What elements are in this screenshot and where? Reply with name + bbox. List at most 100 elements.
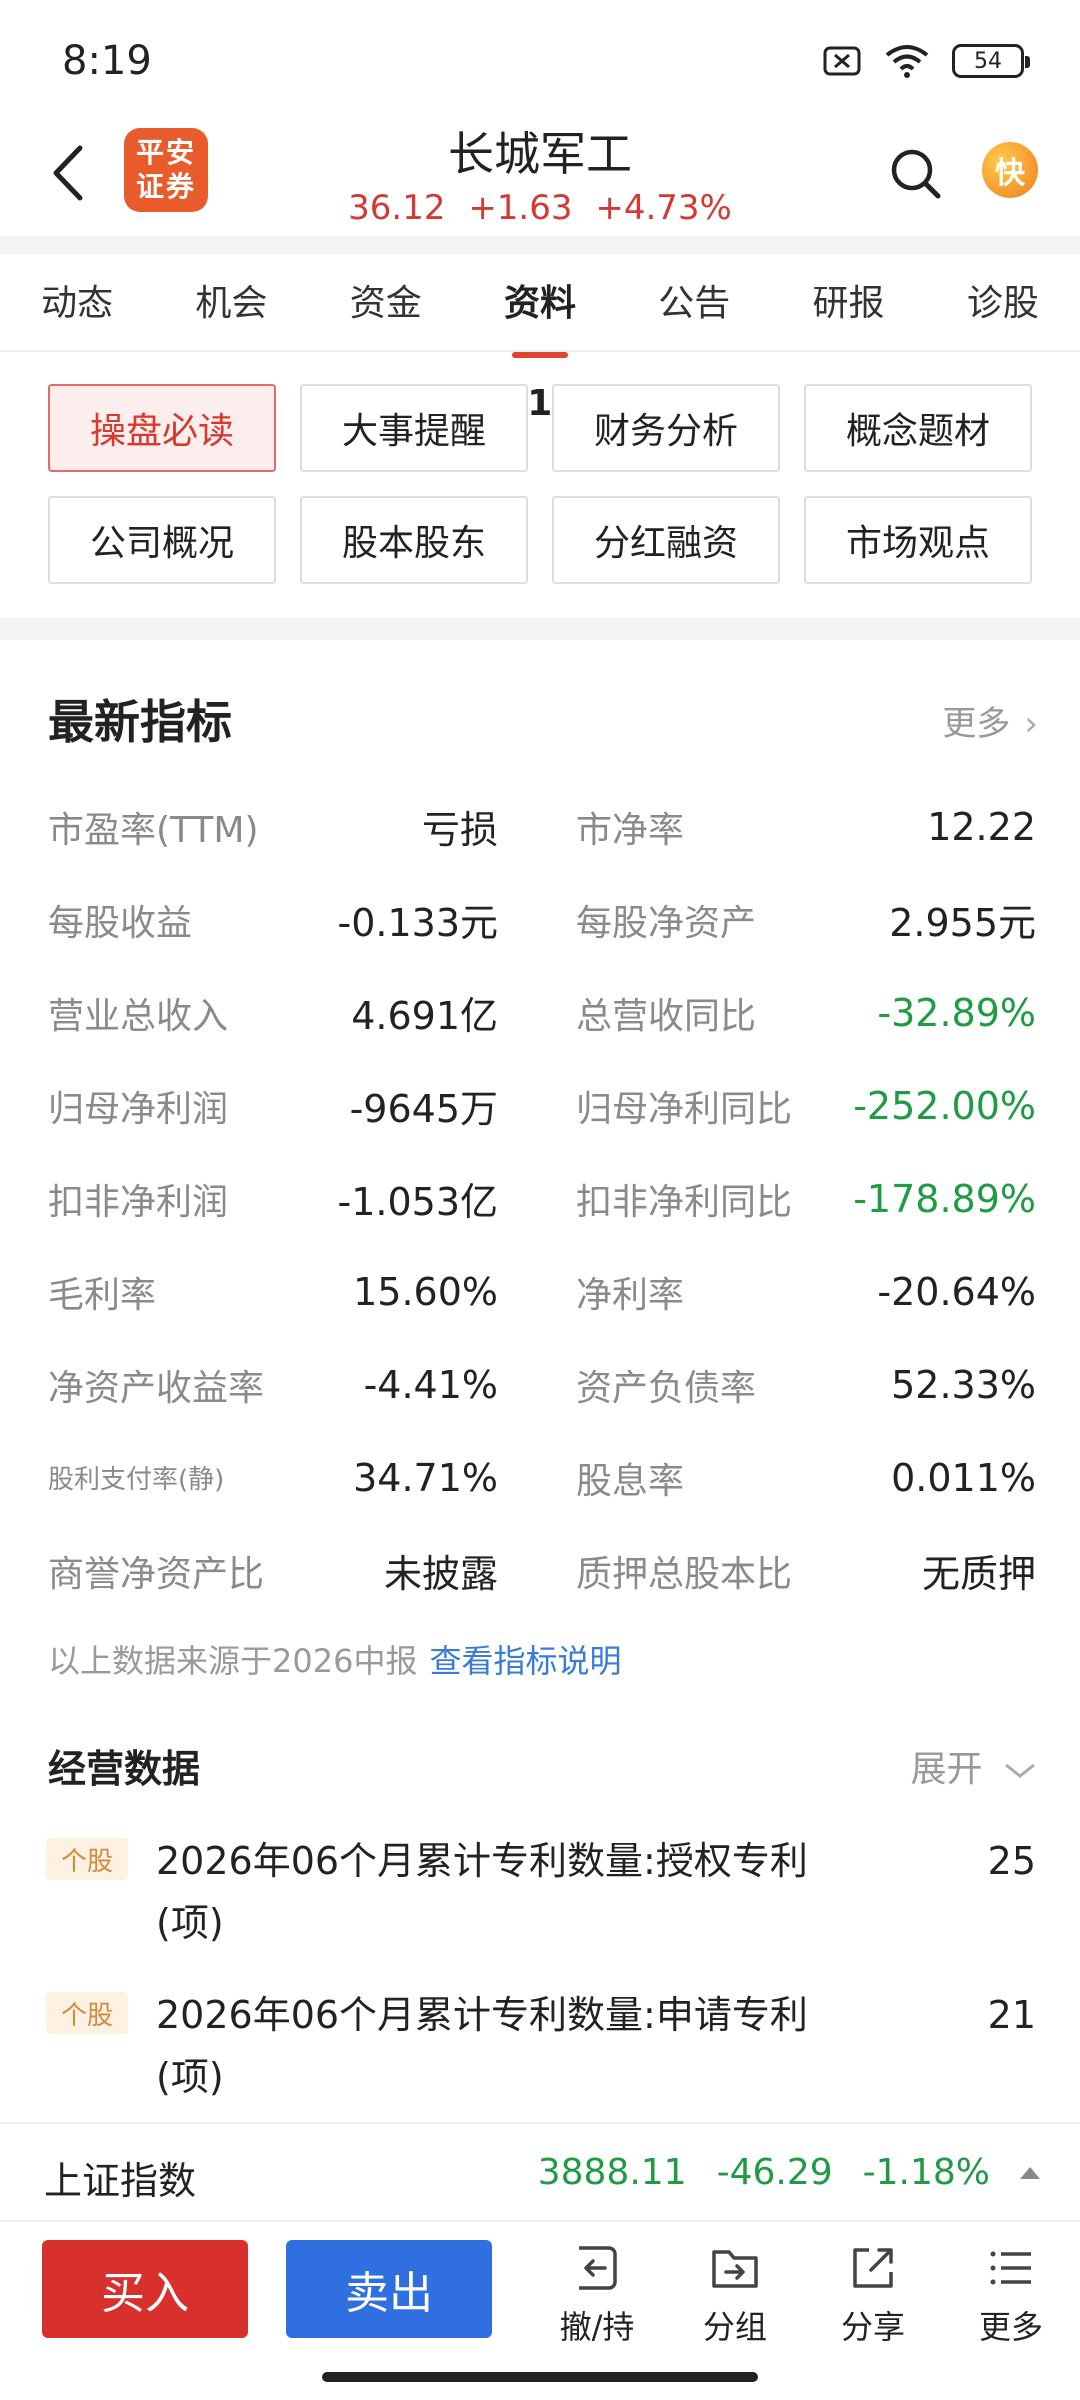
status-icons: 54: [822, 44, 1030, 78]
indicator-table: 市盈率(TTM) 亏损 市净率 12.22 每股收益 -0.133元 每股净资产 2.9…: [48, 780, 1036, 1617]
more-label: 更多: [942, 704, 1011, 744]
quick-trade-icon: 快: [995, 156, 1025, 191]
indicator-value: -4.41%: [363, 1362, 498, 1407]
status-bar: 8:19 54: [0, 0, 1080, 120]
dividend-financing-button[interactable]: 分红融资: [552, 496, 780, 584]
folder-icon: [712, 2250, 758, 2288]
stock-change: +1.63: [468, 188, 573, 228]
chevron-right-icon: ›: [1024, 704, 1038, 744]
index-ticker-bar[interactable]: 上证指数 3888.11 -46.29 -1.18%: [0, 2122, 1080, 2220]
indicator-label: 市净率: [576, 809, 685, 851]
buy-button[interactable]: 买入: [42, 2240, 248, 2338]
operating-data-value: 25: [987, 1839, 1036, 1883]
stock-tag-badge: 个股: [46, 1992, 128, 2034]
tab-label: 机会: [195, 283, 268, 324]
tab-f10[interactable]: 资料(F10): [463, 254, 617, 424]
data-source-text: 以上数据来源于2026中报: [48, 1642, 418, 1680]
bottom-action-bar: 买入 卖出 撤/持 分组 分享 更多: [0, 2220, 1080, 2350]
shareholders-button[interactable]: 股本股东: [300, 496, 528, 584]
stock-price: 36.12: [348, 188, 446, 228]
indicator-label: 资产负债率: [576, 1367, 757, 1409]
indicator-row: 股利支付率(静) 34.71% 股息率 0.011%: [48, 1431, 1036, 1524]
chevron-down-icon: [1005, 1763, 1035, 1778]
tab-label: 研报: [812, 283, 885, 324]
expand-button[interactable]: 展开: [911, 1740, 1038, 1792]
expand-up-icon[interactable]: [1020, 2166, 1040, 2179]
indicator-row: 毛利率 15.60% 净利率 -20.64%: [48, 1245, 1036, 1338]
concept-theme-button[interactable]: 概念题材: [804, 384, 1032, 472]
no-sim-icon: [823, 46, 861, 76]
tab-funds[interactable]: 资金: [309, 254, 463, 350]
tab-diagnosis[interactable]: 诊股: [926, 254, 1080, 350]
indicator-row: 商誉净资产比 未披露 质押总股本比 无质押: [48, 1524, 1036, 1617]
indicator-row: 营业总收入 4.691亿 总营收同比 -32.89%: [48, 966, 1036, 1059]
wifi-icon: [885, 45, 929, 78]
indicator-label: 扣非净利润: [48, 1181, 229, 1223]
indicator-label: 每股净资产: [576, 902, 757, 944]
latest-indicators-title: 最新指标: [48, 695, 232, 749]
indicator-explanation-link[interactable]: 查看指标说明: [429, 1642, 621, 1680]
more-link[interactable]: 更多 ›: [942, 696, 1038, 745]
tab-opportunities[interactable]: 机会: [154, 254, 308, 350]
index-change: -46.29: [716, 2152, 833, 2193]
indicator-label: 股息率: [576, 1460, 685, 1502]
must-read-button[interactable]: 操盘必读: [48, 384, 276, 472]
more-menu-button[interactable]: 更多: [956, 2244, 1066, 2348]
indicator-value: 亏损: [421, 808, 498, 852]
data-source-note: 以上数据来源于2026中报 查看指标说明: [48, 1636, 621, 1682]
tab-label: 动态: [41, 283, 114, 324]
tab-label: 公告: [658, 283, 731, 324]
indicator-label: 每股收益: [48, 902, 193, 944]
cancel-hold-button[interactable]: 撤/持: [542, 2244, 652, 2348]
indicator-value: -1.053亿: [337, 1180, 499, 1224]
indicator-value: 2.955元: [889, 901, 1036, 945]
indicator-value: -20.64%: [877, 1269, 1036, 1314]
more-menu-label: 更多: [978, 2308, 1043, 2346]
cancel-hold-label: 撤/持: [559, 2308, 635, 2346]
indicator-label: 扣非净利同比: [576, 1181, 793, 1223]
battery-icon: 54: [952, 44, 1030, 78]
event-reminder-button[interactable]: 大事提醒: [300, 384, 528, 472]
indicator-value: -0.133元: [337, 901, 499, 945]
indicator-label: 净利率: [576, 1274, 685, 1316]
group-button[interactable]: 分组: [680, 2244, 790, 2348]
status-time: 8:19: [62, 38, 152, 84]
active-tab-indicator: [511, 352, 568, 358]
indicator-row: 归母净利润 -9645万 归母净利同比 -252.00%: [48, 1059, 1036, 1152]
indicator-label: 归母净利润: [48, 1088, 229, 1130]
indicator-value: 15.60%: [353, 1269, 498, 1314]
company-profile-button[interactable]: 公司概况: [48, 496, 276, 584]
indicator-value: 12.22: [927, 804, 1036, 849]
operating-data-item[interactable]: 个股 2026年06个月累计专利数量:授权专利(项) 25: [46, 1830, 1036, 1954]
operating-data-title: 经营数据: [48, 1747, 201, 1791]
indicator-label: 总营收同比: [576, 995, 757, 1037]
indicator-value: 4.691亿: [351, 994, 498, 1038]
tab-dynamics[interactable]: 动态: [0, 254, 154, 350]
indicator-value: -9645万: [349, 1087, 498, 1131]
indicator-label: 毛利率: [48, 1274, 157, 1316]
market-view-button[interactable]: 市场观点: [804, 496, 1032, 584]
index-values: 3888.11 -46.29 -1.18%: [538, 2152, 1040, 2193]
share-button[interactable]: 分享: [818, 2244, 928, 2348]
indicator-value: -32.89%: [877, 990, 1036, 1035]
menu-list-icon: [990, 2251, 1031, 2285]
operating-data-item[interactable]: 个股 2026年06个月累计专利数量:申请专利(项) 21: [46, 1984, 1036, 2108]
battery-level: 54: [974, 48, 1002, 74]
divider: [0, 618, 1080, 640]
tab-announcements[interactable]: 公告: [617, 254, 771, 350]
tab-research[interactable]: 研报: [771, 254, 925, 350]
share-icon: [853, 2248, 893, 2288]
financial-analysis-button[interactable]: 财务分析: [552, 384, 780, 472]
home-indicator[interactable]: [322, 2372, 758, 2382]
divider: [0, 350, 1080, 352]
search-button[interactable]: [886, 144, 944, 202]
tab-label: 诊股: [966, 283, 1039, 324]
index-name: 上证指数: [44, 2159, 197, 2203]
stock-header: 平安 证券 长城军工 36.12 +1.63 +4.73% 快: [0, 110, 1080, 240]
index-change-pct: -1.18%: [862, 2152, 990, 2193]
sell-button[interactable]: 卖出: [286, 2240, 492, 2338]
quick-trade-button[interactable]: 快: [982, 142, 1038, 198]
operating-data-text: 2026年06个月累计专利数量:申请专利(项): [156, 1993, 808, 2099]
operating-data-value: 21: [987, 1993, 1036, 2037]
indicator-label: 商誉净资产比: [48, 1553, 265, 1595]
